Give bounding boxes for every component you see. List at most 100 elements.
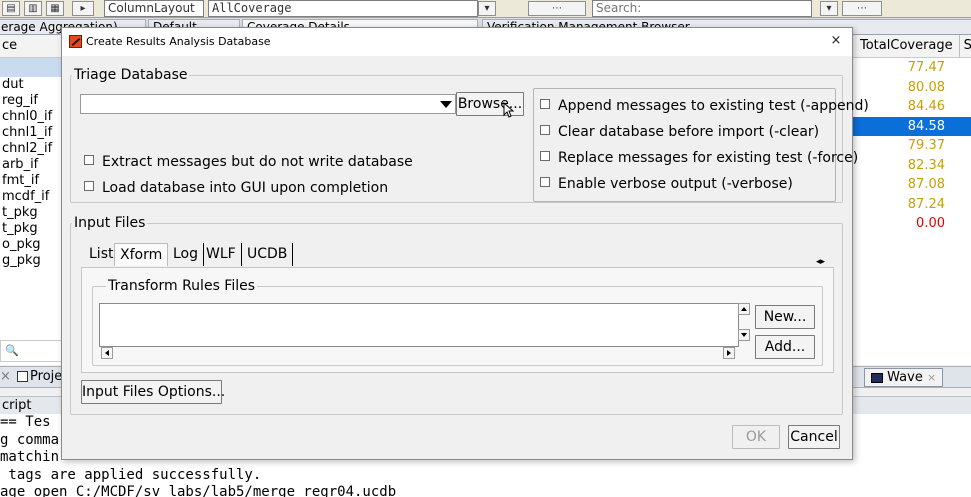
table-cell[interactable]: 87.08 <box>852 175 971 195</box>
tab-project[interactable]: Proje <box>30 369 62 384</box>
load-database-checkbox[interactable]: Load database into GUI upon completion <box>84 179 388 197</box>
append-messages-checkbox[interactable]: Append messages to existing test (-appen… <box>540 97 869 115</box>
ok-button[interactable]: OK <box>732 425 780 449</box>
group-title: Triage Database <box>72 67 190 83</box>
checkbox-label: Clear database before import (-clear) <box>558 124 820 140</box>
chevron-down-icon[interactable]: ▾ <box>478 1 496 16</box>
binoculars-icon[interactable]: 🔍 <box>5 344 19 357</box>
table-cell[interactable]: 84.46 <box>852 97 971 117</box>
bottom-tab-bar: × Proje <box>0 366 62 388</box>
close-button[interactable]: × <box>825 31 847 51</box>
chevron-down-icon[interactable] <box>437 96 454 112</box>
scroll-left-icon[interactable] <box>101 347 113 359</box>
tab-wave[interactable]: Wave × <box>864 368 944 387</box>
toolbar-icon[interactable]: ▤ <box>2 1 20 16</box>
list-item[interactable]: t_pkg <box>0 221 61 237</box>
list-item[interactable]: chnl2_if <box>0 141 61 157</box>
clear-database-checkbox[interactable]: Clear database before import (-clear) <box>540 123 819 141</box>
transcript-line: age open C:/MCDF/sv labs/lab5/merge regr… <box>0 484 397 497</box>
tab-ucdb[interactable]: UCDB <box>242 243 294 266</box>
table-cell[interactable]: 87.24 <box>852 195 971 215</box>
column-header[interactable]: S <box>960 35 971 57</box>
list-item[interactable]: arb_if <box>0 157 61 173</box>
checkbox-label: Replace messages for existing test (-for… <box>558 150 859 166</box>
new-button[interactable]: New... <box>755 305 815 329</box>
tab-scroll-icon[interactable]: ◂▸ <box>816 257 825 267</box>
triage-database-group: Triage Database Browse... Extract messag… <box>70 67 869 203</box>
project-icon <box>17 371 29 382</box>
input-files-group: Input Files List Xform Log WLF UCDB ◂▸ T… <box>70 215 843 415</box>
toolbar-icon[interactable]: ⋯ <box>528 1 586 16</box>
input-files-tabs: List Xform Log WLF UCDB <box>84 243 384 267</box>
tab-xform[interactable]: Xform <box>114 243 169 266</box>
table-cell-selected[interactable]: 84.58 <box>852 116 971 136</box>
list-item[interactable]: t_pkg <box>0 205 61 221</box>
scroll-right-icon[interactable] <box>723 347 735 359</box>
scroll-up-icon[interactable] <box>738 303 750 315</box>
checkbox-box[interactable] <box>540 177 550 187</box>
replace-messages-checkbox[interactable]: Replace messages for existing test (-for… <box>540 149 858 167</box>
cancel-button[interactable]: Cancel <box>788 425 840 449</box>
list-item[interactable]: chnl0_if <box>0 109 61 125</box>
list-item[interactable]: mcdf_if <box>0 189 61 205</box>
transform-rules-group: Transform Rules Files New... Add... <box>92 278 823 366</box>
checkbox-box[interactable] <box>84 155 94 165</box>
checkbox-box[interactable] <box>540 125 550 135</box>
transcript-line: tags are applied successfully. <box>0 466 262 483</box>
import-options-group: Append messages to existing test (-appen… <box>533 88 869 202</box>
structure-panel: ce dut reg_if chnl0_if chnl1_if chnl2_if… <box>0 35 62 365</box>
dialog-title: Create Results Analysis Database <box>86 35 271 48</box>
list-item[interactable]: fmt_if <box>0 173 61 189</box>
table-cell[interactable]: 82.34 <box>852 156 971 176</box>
input-files-options-button[interactable]: Input Files Options... <box>81 380 225 404</box>
search-input[interactable]: Search: <box>592 0 812 17</box>
checkbox-label: Append messages to existing test (-appen… <box>558 98 869 114</box>
column-header[interactable]: ce <box>0 35 61 58</box>
table-row-selected[interactable] <box>0 58 61 77</box>
list-item[interactable]: dut <box>0 77 61 93</box>
find-bar[interactable]: 🔍 <box>0 340 62 362</box>
transform-rules-list[interactable] <box>99 303 739 347</box>
list-item[interactable]: g_pkg <box>0 253 61 269</box>
create-results-analysis-dialog: Create Results Analysis Database × Triag… <box>61 27 869 460</box>
table-cell[interactable]: 77.47 <box>852 58 971 78</box>
add-button[interactable]: Add... <box>755 335 815 359</box>
verbose-output-checkbox[interactable]: Enable verbose output (-verbose) <box>540 175 793 193</box>
app-icon <box>69 35 82 48</box>
scroll-down-icon[interactable] <box>738 329 750 341</box>
toolbar-icon[interactable]: ⋯ <box>842 1 882 16</box>
checkbox-box[interactable] <box>540 151 550 161</box>
column-layout-label: ColumnLayout <box>104 0 204 17</box>
toolbar-icon[interactable]: ▦ <box>46 1 64 16</box>
tab-log[interactable]: Log <box>168 243 205 266</box>
checkbox-label: Enable verbose output (-verbose) <box>558 176 793 192</box>
close-icon[interactable]: × <box>927 371 936 384</box>
toolbar-icon[interactable]: ▥ <box>24 1 42 16</box>
checkbox-box[interactable] <box>84 181 94 191</box>
wave-icon <box>871 372 883 383</box>
chevron-down-icon[interactable]: ▾ <box>820 1 838 16</box>
dialog-titlebar[interactable]: Create Results Analysis Database × <box>62 28 852 56</box>
list-item[interactable]: chnl1_if <box>0 125 61 141</box>
group-title: Transform Rules Files <box>106 278 258 294</box>
column-layout-select[interactable]: AllCoverage <box>208 0 478 17</box>
extract-messages-checkbox[interactable]: Extract messages but do not write databa… <box>84 153 413 171</box>
mouse-cursor-icon <box>503 102 515 118</box>
checkbox-label: Load database into GUI upon completion <box>102 180 389 196</box>
toolbar-icon[interactable]: ▸ <box>72 1 94 16</box>
list-item[interactable]: o_pkg <box>0 237 61 253</box>
checkbox-box[interactable] <box>540 99 550 109</box>
bottom-tab-bar: Wave × <box>852 366 971 388</box>
table-cell[interactable]: 0.00 <box>852 214 971 234</box>
close-icon[interactable]: × <box>0 369 11 384</box>
checkbox-label: Extract messages but do not write databa… <box>102 154 413 170</box>
tab-wlf[interactable]: WLF <box>201 243 242 266</box>
triage-database-path-combo[interactable] <box>80 94 456 114</box>
table-cell[interactable]: 80.08 <box>852 78 971 98</box>
column-header-total-coverage[interactable]: TotalCoverage <box>852 35 960 57</box>
list-item[interactable]: reg_if <box>0 93 61 109</box>
group-title: Input Files <box>72 215 148 231</box>
xform-tab-page: Transform Rules Files New... Add... <box>81 267 834 373</box>
table-cell[interactable]: 79.37 <box>852 136 971 156</box>
tab-wave-label: Wave <box>887 370 923 385</box>
